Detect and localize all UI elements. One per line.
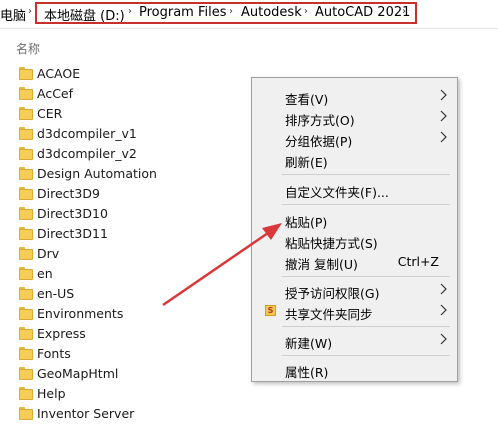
chevron-right-icon[interactable]: › (229, 6, 233, 17)
folder-icon (19, 187, 33, 200)
list-item[interactable]: Direct3D10 (0, 204, 250, 224)
file-name: Direct3D10 (37, 206, 108, 221)
folder-icon (19, 387, 33, 400)
list-item[interactable]: d3dcompiler_v1 (0, 124, 250, 144)
list-item[interactable]: Direct3D9 (0, 184, 250, 204)
menu-item-label: 属性(R) (285, 365, 329, 380)
menu-item-label: 共享文件夹同步 (285, 307, 373, 322)
folder-icon (19, 147, 33, 160)
folder-icon (19, 107, 33, 120)
sync-icon: S (265, 305, 276, 316)
menu-item-label: 新建(W) (285, 336, 333, 351)
menu-item-view[interactable]: 查看(V) (252, 85, 457, 107)
file-name: Help (37, 386, 66, 401)
file-name: Direct3D9 (37, 186, 100, 201)
chevron-right-icon[interactable]: › (402, 6, 406, 17)
file-name: en-US (37, 286, 75, 301)
menu-item-paste-shortcut[interactable]: 粘贴快捷方式(S) (252, 229, 457, 251)
file-name: Express (37, 326, 86, 341)
chevron-right-icon (440, 89, 447, 101)
folder-icon (19, 287, 33, 300)
menu-item-shared-folder-sync[interactable]: S 共享文件夹同步 (252, 300, 457, 322)
folder-icon (19, 247, 33, 260)
list-item[interactable]: d3dcompiler_v2 (0, 144, 250, 164)
file-name: en (37, 266, 53, 281)
menu-separator (282, 355, 450, 356)
file-name: Drv (37, 246, 60, 261)
file-name: GeoMapHtml (37, 366, 119, 381)
file-name: CER (37, 106, 63, 121)
list-item[interactable]: AcCef (0, 84, 250, 104)
folder-icon (19, 87, 33, 100)
menu-item-properties[interactable]: 属性(R) (252, 358, 457, 380)
context-menu: 查看(V) 排序方式(O) 分组依据(P) 刷新(E) 自定义文件夹(F)...… (251, 77, 458, 382)
chevron-right-icon (440, 333, 447, 345)
file-name: Environments (37, 306, 124, 321)
list-item[interactable]: Drv (0, 244, 250, 264)
breadcrumb-autocad[interactable]: AutoCAD 2021 (315, 5, 410, 20)
breadcrumb-program-files[interactable]: Program Files (139, 5, 227, 20)
list-item[interactable]: Fonts (0, 344, 250, 364)
breadcrumb-root[interactable]: 电脑 (0, 5, 26, 24)
file-name: d3dcompiler_v1 (37, 126, 137, 141)
file-name: Fonts (37, 346, 71, 361)
folder-icon (19, 127, 33, 140)
list-item[interactable]: Environments (0, 304, 250, 324)
menu-item-label: 撤消 复制(U) (285, 257, 358, 272)
menu-item-shortcut: Ctrl+Z (397, 254, 439, 269)
folder-icon (19, 327, 33, 340)
menu-separator (282, 276, 450, 277)
file-name: AcCef (37, 86, 74, 101)
file-name: Inventor Server (37, 406, 135, 421)
menu-item-new[interactable]: 新建(W) (252, 329, 457, 351)
list-item[interactable]: CER (0, 104, 250, 124)
file-name: ACAOE (37, 66, 81, 81)
list-item[interactable]: Direct3D11 (0, 224, 250, 244)
menu-item-group[interactable]: 分组依据(P) (252, 127, 457, 149)
menu-separator (282, 174, 450, 175)
chevron-right-icon[interactable]: › (28, 6, 32, 17)
menu-item-sort[interactable]: 排序方式(O) (252, 106, 457, 128)
menu-item-paste[interactable]: 粘贴(P) (252, 208, 457, 230)
file-name: d3dcompiler_v2 (37, 146, 137, 161)
folder-icon (19, 207, 33, 220)
list-item[interactable]: ACAOE (0, 64, 250, 84)
menu-item-refresh[interactable]: 刷新(E) (252, 148, 457, 170)
folder-icon (19, 167, 33, 180)
menu-item-label: 自定义文件夹(F)... (285, 185, 389, 200)
chevron-right-icon (440, 131, 447, 143)
menu-item-label: 刷新(E) (285, 155, 328, 170)
menu-item-customize-folder[interactable]: 自定义文件夹(F)... (252, 178, 457, 200)
folder-icon (19, 67, 33, 80)
list-item[interactable]: en-US (0, 284, 250, 304)
list-item[interactable]: Design Automation (0, 164, 250, 184)
folder-icon (19, 407, 33, 420)
column-header-name[interactable]: 名称 (16, 40, 40, 57)
folder-icon (19, 307, 33, 320)
menu-separator (282, 204, 450, 205)
chevron-right-icon (440, 283, 447, 295)
file-name: Direct3D11 (37, 226, 108, 241)
folder-icon (19, 347, 33, 360)
chevron-right-icon (440, 304, 447, 316)
list-item[interactable]: GeoMapHtml (0, 364, 250, 384)
menu-item-undo-copy[interactable]: 撤消 复制(U) Ctrl+Z (252, 250, 457, 272)
breadcrumb-drive[interactable]: 本地磁盘 (D:) (44, 5, 125, 24)
list-item[interactable]: en (0, 264, 250, 284)
file-name: Design Automation (37, 166, 157, 181)
menu-separator (282, 326, 450, 327)
chevron-right-icon (440, 110, 447, 122)
chevron-right-icon[interactable]: › (304, 6, 308, 17)
menu-item-grant-access[interactable]: 授予访问权限(G) (252, 279, 457, 301)
breadcrumb-autodesk[interactable]: Autodesk (241, 5, 302, 20)
chevron-right-icon[interactable]: › (128, 6, 132, 17)
folder-icon (19, 267, 33, 280)
list-item[interactable]: Help (0, 384, 250, 404)
list-item[interactable]: Inventor Server (0, 404, 250, 424)
folder-icon (19, 227, 33, 240)
folder-icon (19, 367, 33, 380)
address-bar[interactable]: 电脑 › 本地磁盘 (D:) › Program Files › Autodes… (0, 0, 498, 29)
list-item[interactable]: Express (0, 324, 250, 344)
